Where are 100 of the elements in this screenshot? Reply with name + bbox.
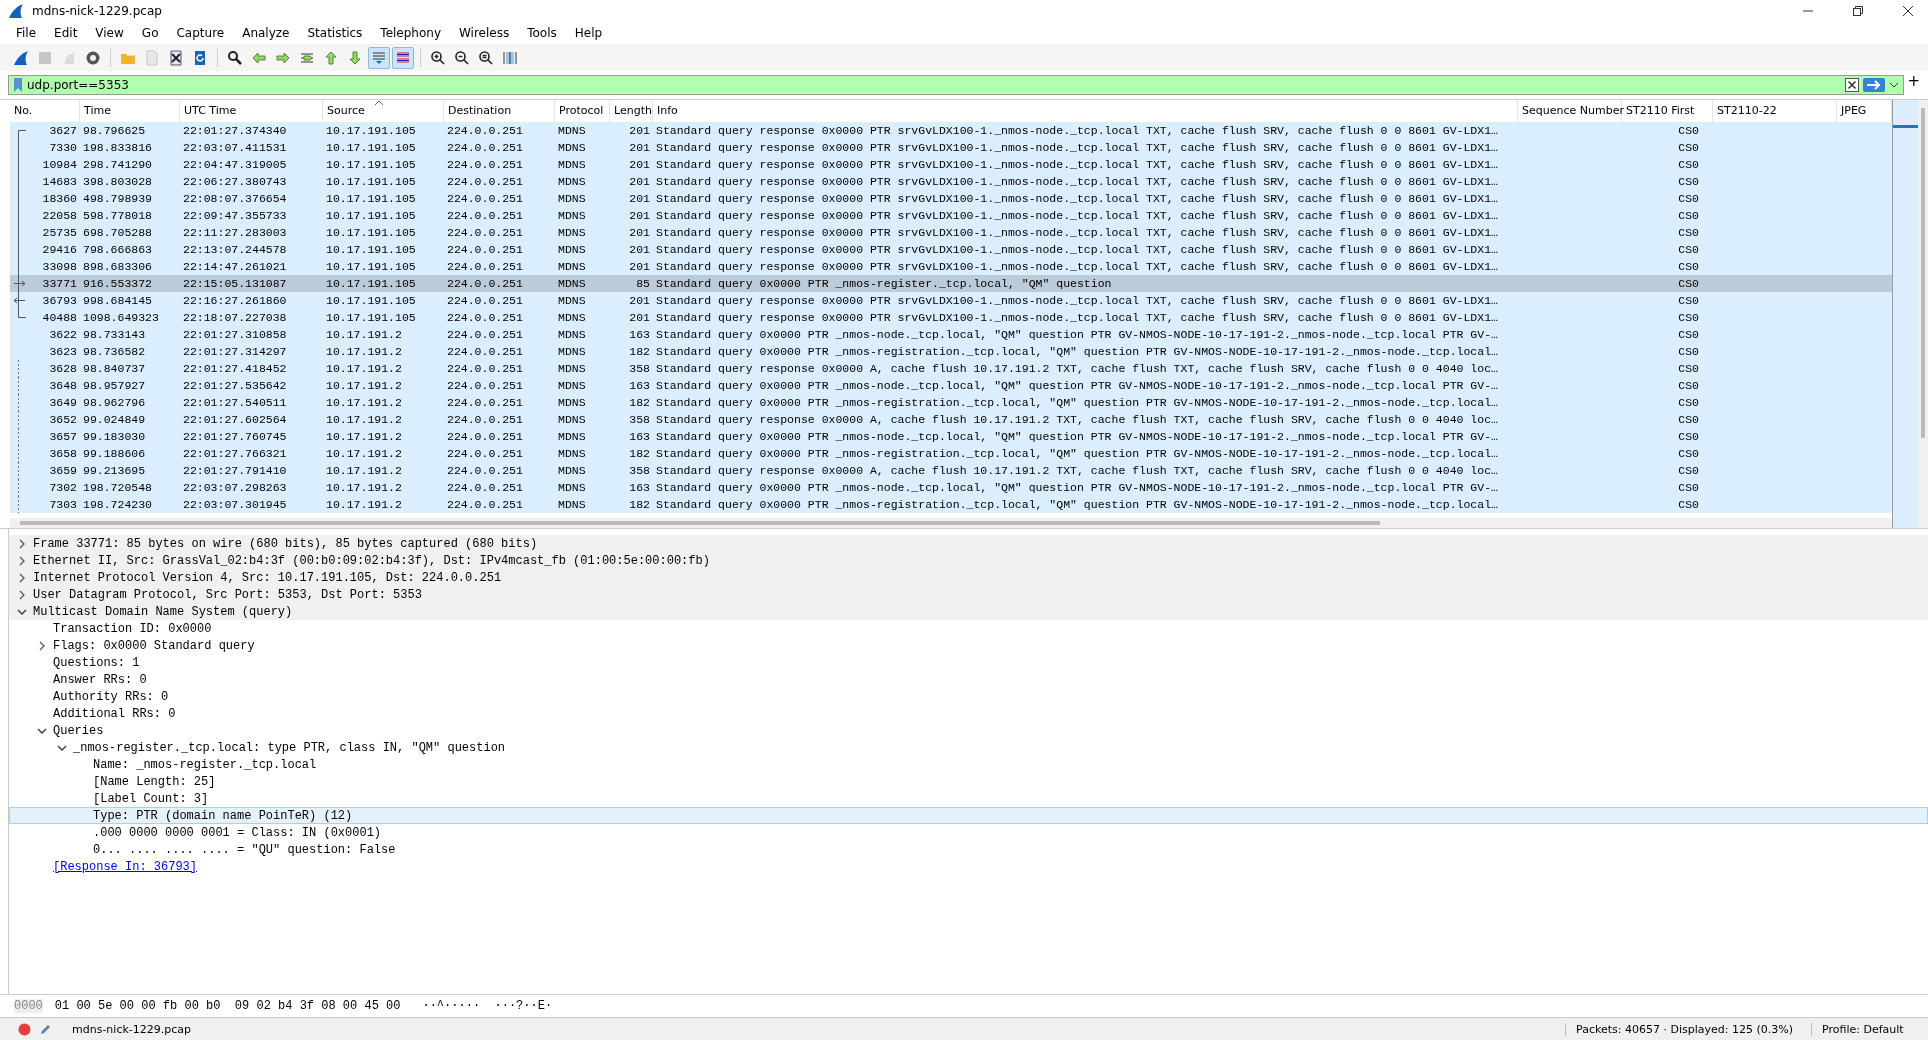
chevron-right-icon[interactable]: [17, 589, 27, 600]
lines-icon[interactable]: [392, 47, 414, 69]
menu-item[interactable]: Edit: [54, 26, 78, 40]
table-cell-text: 3659: [49, 463, 78, 479]
table-cell-text: Standard query 0x0000 PTR _nmos-register._tcp.local, "QM" question: [655, 276, 1113, 292]
menu-item[interactable]: Wireless: [459, 26, 510, 40]
table-cell-text: 22:03:07.411531: [182, 140, 288, 156]
packet-row[interactable]: 3652 99.024849 22:01:27.602564 10.17.191.2 224.0.0.251 MDNS 358 Standard query response 0x0000 A, cache flush 10.17.191.2 TXT, cache flush TXT, cache flush SRV, cache flush 0 0 4040 loc… CS0: [10, 411, 1892, 428]
menu-item[interactable]: File: [16, 26, 37, 40]
packet-row[interactable]: 14683 398.803028 22:06:27.380743 10.17.191.105 224.0.0.251 MDNS 201 Standard query response 0x0000 PTR srvGvLDX100-1._nmos-node._tcp.local TXT, cache flush SRV, cache flush 0 0 8601 GV-LDX1… CS0: [10, 173, 1892, 190]
table-cell-text: CS0: [1677, 123, 1700, 139]
packet-row[interactable]: 3657 99.183030 22:01:27.760745 10.17.191.2 224.0.0.251 MDNS 163 Standard query 0x0000 PTR _nmos-node._tcp.local, "QM" question PTR GV-NMOS-NODE-10-17-191-2._nmos-node._tcp.local PTR GV-… CS0: [10, 428, 1892, 445]
filter-text: udp.port==5353: [27, 78, 130, 92]
tree-row[interactable]: .000 0000 0000 0001 = Class: IN (0x0001): [9, 824, 1928, 841]
table-cell-text: 201: [628, 157, 651, 173]
table-cell-text: CS0: [1677, 259, 1700, 275]
packet-row[interactable]: 36793 998.684145 22:16:27.261860 10.17.191.105 224.0.0.251 MDNS 201 Standard query response 0x0000 PTR srvGvLDX100-1._nmos-node._tcp.local TXT, cache flush SRV, cache flush 0 0 8601 GV-LDX1… CS0: [10, 292, 1892, 309]
menu-item[interactable]: Telephony: [380, 26, 441, 40]
tree-text: Ethernet II, Src: GrassVal_02:b4:3f (00:b0:09:02:b4:3f), Dst: IPv4mcast_fb (01:00:5e:00:00:fb): [33, 553, 710, 568]
display-filter-field[interactable]: udp.port==5353: [8, 75, 1904, 95]
profile-label[interactable]: Profile: Default: [1811, 1022, 1922, 1036]
packet-row[interactable]: 40488 1098.649323 22:18:07.227038 10.17.191.105 224.0.0.251 MDNS 201 Standard query response 0x0000 PTR srvGvLDX100-1._nmos-node._tcp.local TXT, cache flush SRV, cache flush 0 0 8601 GV-LDX1… CS0: [10, 309, 1892, 326]
tree-row[interactable]: Queries: [9, 722, 1928, 739]
table-cell-text: 201: [628, 140, 651, 156]
table-cell-text: 182: [628, 497, 651, 513]
menu-item[interactable]: Help: [574, 26, 603, 40]
packet-row[interactable]: 3622 98.733143 22:01:27.310858 10.17.191.2 224.0.0.251 MDNS 163 Standard query 0x0000 PTR _nmos-node._tcp.local, "QM" question PTR GV-NMOS-NODE-10-17-191-2._nmos-node._tcp.local PTR GV-… CS0: [10, 326, 1892, 343]
packet-row[interactable]: 7302 198.720548 22:03:07.298263 10.17.191.2 224.0.0.251 MDNS 163 Standard query 0x0000 PTR _nmos-node._tcp.local, "QM" question PTR GV-NMOS-NODE-10-17-191-2._nmos-node._tcp.local PTR GV-… CS0: [10, 479, 1892, 496]
table-cell-text: Standard query response 0x0000 A, cache flush 10.17.191.2 TXT, cache flush TXT, cache flush SRV, cache flush 0 0 4040 loc…: [655, 361, 1499, 377]
tree-link-row[interactable]: [Response In: 36793]: [9, 858, 1928, 875]
tree-row[interactable]: 0... .... .... .... = "QU" question: False: [9, 841, 1928, 858]
tree-text: Questions: 1: [53, 655, 140, 670]
pencil-icon[interactable]: [39, 1022, 52, 1036]
table-cell-text: Standard query response 0x0000 PTR srvGvLDX100-1._nmos-node._tcp.local TXT, cache flush SRV, cache flush 0 0 8601 GV-LDX1…: [655, 140, 1499, 156]
table-cell-text: MDNS: [557, 395, 587, 411]
menu-item[interactable]: Statistics: [307, 26, 363, 40]
table-cell-text: 224.0.0.251: [446, 276, 524, 292]
packet-row[interactable]: 3659 99.213695 22:01:27.791410 10.17.191.2 224.0.0.251 MDNS 358 Standard query response 0x0000 A, cache flush 10.17.191.2 TXT, cache flush TXT, cache flush SRV, cache flush 0 0 4040 loc… CS0: [10, 462, 1892, 479]
table-cell-text: 10.17.191.2: [325, 361, 403, 377]
packet-row[interactable]: 7303 198.724230 22:03:07.301945 10.17.191.2 224.0.0.251 MDNS 182 Standard query 0x0000 PTR _nmos-registration._tcp.local, "QM" question PTR GV-NMOS-NODE-10-17-191-2._nmos-node._tcp.local… CS0: [10, 496, 1892, 513]
tree-row[interactable]: Internet Protocol Version 4, Src: 10.17.191.105, Dst: 224.0.0.251: [9, 569, 1928, 586]
hex-bytes: 01 00 5e 00 00 fb 00 b0 09 02 b4 3f 08 00 45 00: [54, 999, 401, 1013]
expert-info-icon[interactable]: [18, 1022, 31, 1036]
packet-row[interactable]: 3648 98.957927 22:01:27.535642 10.17.191.2 224.0.0.251 MDNS 163 Standard query 0x0000 PTR _nmos-node._tcp.local, "QM" question PTR GV-NMOS-NODE-10-17-191-2._nmos-node._tcp.local PTR GV-… CS0: [10, 377, 1892, 394]
tree-row[interactable]: [Label Count: 3]: [9, 790, 1928, 807]
bookmark-icon[interactable]: [13, 78, 23, 92]
dropdown-caret-icon[interactable]: [1889, 81, 1899, 89]
table-cell-text: 10.17.191.105: [325, 276, 417, 292]
close-icon[interactable]: [1902, 5, 1914, 17]
tree-row[interactable]: Answer RRs: 0: [9, 671, 1928, 688]
packet-row[interactable]: 29416 798.666863 22:13:07.244578 10.17.191.105 224.0.0.251 MDNS 201 Standard query response 0x0000 PTR srvGvLDX100-1._nmos-node._tcp.local TXT, cache flush SRV, cache flush 0 0 8601 GV-LDX1… CS0: [10, 241, 1892, 258]
response-link[interactable]: [Response In: 36793]: [53, 859, 198, 874]
tree-row[interactable]: Frame 33771: 85 bytes on wire (680 bits), 85 bytes captured (680 bits): [9, 535, 1928, 552]
packet-row[interactable]: 3658 99.188606 22:01:27.766321 10.17.191.2 224.0.0.251 MDNS 182 Standard query 0x0000 PTR _nmos-registration._tcp.local, "QM" question PTR GV-NMOS-NODE-10-17-191-2._nmos-node._tcp.local… CS0: [10, 445, 1892, 462]
tree-row[interactable]: Transaction ID: 0x0000: [9, 620, 1928, 637]
table-cell-text: MDNS: [557, 480, 587, 496]
tree-row[interactable]: Authority RRs: 0: [9, 688, 1928, 705]
packet-row[interactable]: 10984 298.741290 22:04:47.319005 10.17.191.105 224.0.0.251 MDNS 201 Standard query response 0x0000 PTR srvGvLDX100-1._nmos-node._tcp.local TXT, cache flush SRV, cache flush 0 0 8601 GV-LDX1… CS0: [10, 156, 1892, 173]
tree-row[interactable]: Flags: 0x0000 Standard query: [9, 637, 1928, 654]
tree-row[interactable]: User Datagram Protocol, Src Port: 5353, Dst Port: 5353: [9, 586, 1928, 603]
menu-item[interactable]: Analyze: [242, 26, 290, 40]
tree-row[interactable]: Questions: 1: [9, 654, 1928, 671]
tree-row[interactable]: [Name Length: 25]: [9, 773, 1928, 790]
packet-row[interactable]: 33771 916.553372 22:15:05.131087 10.17.191.105 224.0.0.251 MDNS 85 Standard query 0x0000 PTR _nmos-register._tcp.local, "QM" question CS0: [10, 275, 1892, 292]
packet-row[interactable]: 3623 98.736582 22:01:27.314297 10.17.191.2 224.0.0.251 MDNS 182 Standard query 0x0000 PTR _nmos-registration._tcp.local, "QM" question PTR GV-NMOS-NODE-10-17-191-2._nmos-node._tcp.local… CS0: [10, 343, 1892, 360]
chevron-right-icon[interactable]: [37, 640, 47, 651]
tree-row[interactable]: Ethernet II, Src: GrassVal_02:b4:3f (00:b0:09:02:b4:3f), Dst: IPv4mcast_fb (01:00:5e:00:00:fb): [9, 552, 1928, 569]
scrollbar-thumb[interactable]: [20, 521, 1380, 525]
add-button[interactable]: +: [1907, 72, 1920, 90]
table-cell-text: 10984: [42, 157, 78, 173]
chevron-right-icon[interactable]: [17, 555, 27, 566]
table-cell-text: 10.17.191.2: [325, 412, 403, 428]
packet-row[interactable]: 3628 98.840737 22:01:27.418452 10.17.191.2 224.0.0.251 MDNS 358 Standard query response 0x0000 A, cache flush 10.17.191.2 TXT, cache flush TXT, cache flush SRV, cache flush 0 0 4040 loc… CS0: [10, 360, 1892, 377]
packet-row[interactable]: 25735 698.705288 22:11:27.283003 10.17.191.105 224.0.0.251 MDNS 201 Standard query response 0x0000 PTR srvGvLDX100-1._nmos-node._tcp.local TXT, cache flush SRV, cache flush 0 0 8601 GV-LDX1… CS0: [10, 224, 1892, 241]
table-cell-text: Standard query 0x0000 PTR _nmos-node._tcp.local, "QM" question PTR GV-NMOS-NODE-10-17-191-2._nmos-node._tcp.local PTR GV-…: [655, 378, 1499, 394]
packet-row[interactable]: 22058 598.778018 22:09:47.355733 10.17.191.105 224.0.0.251 MDNS 201 Standard query response 0x0000 PTR srvGvLDX100-1._nmos-node._tcp.local TXT, cache flush SRV, cache flush 0 0 8601 GV-LDX1… CS0: [10, 207, 1892, 224]
tree-row[interactable]: Type: PTR (domain name PoinTeR) (12): [9, 807, 1928, 824]
menu-item[interactable]: Go: [141, 26, 159, 40]
table-cell-text: 98.957927: [82, 378, 147, 394]
restore-icon[interactable]: [1852, 5, 1864, 17]
menu-item[interactable]: View: [95, 26, 124, 40]
packet-row[interactable]: 7330 198.833816 22:03:07.411531 10.17.191.105 224.0.0.251 MDNS 201 Standard query response 0x0000 PTR srvGvLDX100-1._nmos-node._tcp.local TXT, cache flush SRV, cache flush 0 0 8601 GV-LDX1… CS0: [10, 139, 1892, 156]
tree-row[interactable]: Additional RRs: 0: [9, 705, 1928, 722]
clear-icon[interactable]: [1845, 78, 1859, 92]
packet-row[interactable]: 33098 898.683306 22:14:47.261021 10.17.191.105 224.0.0.251 MDNS 201 Standard query response 0x0000 PTR srvGvLDX100-1._nmos-node._tcp.local TXT, cache flush SRV, cache flush 0 0 8601 GV-LDX1… CS0: [10, 258, 1892, 275]
packet-row[interactable]: 3627 98.796625 22:01:27.374340 10.17.191.105 224.0.0.251 MDNS 201 Standard query response 0x0000 PTR srvGvLDX100-1._nmos-node._tcp.local TXT, cache flush SRV, cache flush 0 0 8601 GV-LDX1… CS0: [10, 122, 1892, 139]
chevron-right-icon[interactable]: [17, 572, 27, 583]
table-cell-text: CS0: [1677, 293, 1700, 309]
tree-row[interactable]: _nmos-register._tcp.local: type PTR, class IN, "QM" question: [9, 739, 1928, 756]
table-cell-text: 3623: [49, 344, 78, 360]
status-filename: mdns-nick-1229.pcap: [72, 1022, 192, 1036]
tree-row[interactable]: Multicast Domain Name System (query): [9, 603, 1928, 620]
packet-row[interactable]: 3649 98.962796 22:01:27.540511 10.17.191.2 224.0.0.251 MDNS 182 Standard query 0x0000 PTR _nmos-registration._tcp.local, "QM" question PTR GV-NMOS-NODE-10-17-191-2._nmos-node._tcp.local… CS0: [10, 394, 1892, 411]
menu-item[interactable]: Capture: [176, 26, 225, 40]
table-cell-text: MDNS: [557, 412, 587, 428]
packet-row[interactable]: 18360 498.798939 22:08:07.376654 10.17.191.105 224.0.0.251 MDNS 201 Standard query response 0x0000 PTR srvGvLDX100-1._nmos-node._tcp.local TXT, cache flush SRV, cache flush 0 0 8601 GV-LDX1… CS0: [10, 190, 1892, 207]
scrollbar-thumb[interactable]: [1921, 108, 1925, 438]
chevron-right-icon[interactable]: [17, 538, 27, 549]
tree-row[interactable]: Name: _nmos-register._tcp.local: [9, 756, 1928, 773]
menu-item[interactable]: Tools: [527, 26, 557, 40]
